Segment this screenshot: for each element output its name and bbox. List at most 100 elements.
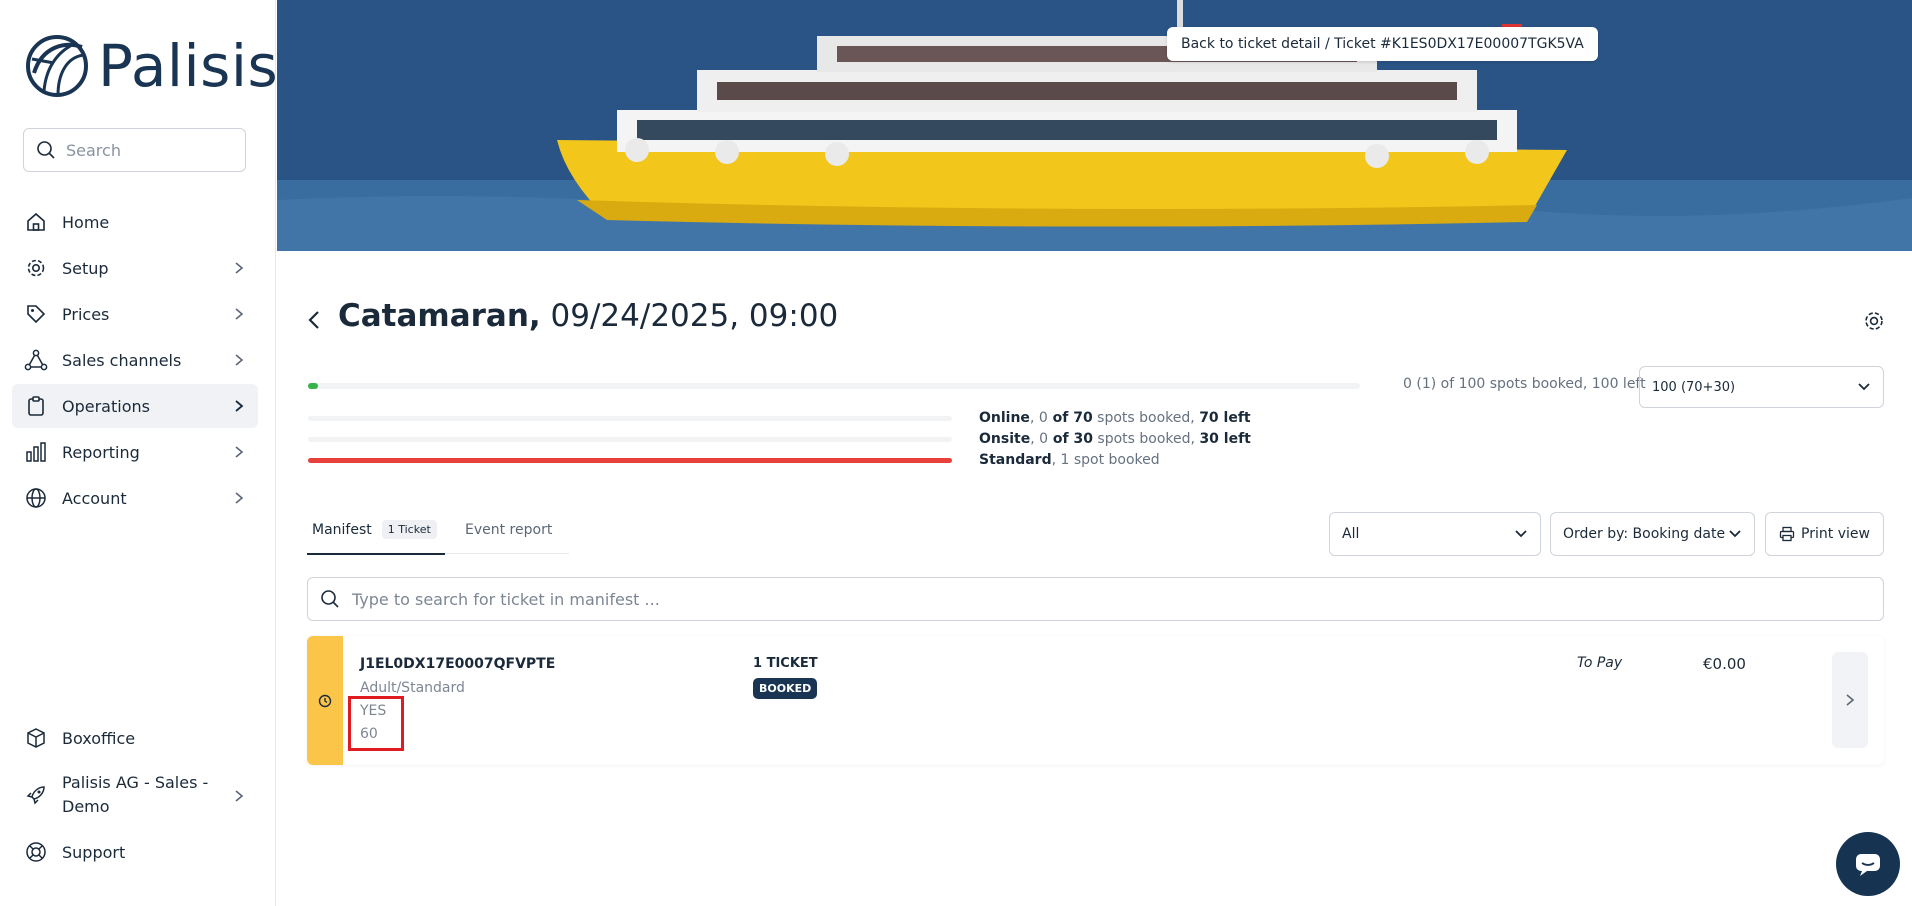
breadcrumb-text: Back to ticket detail / Ticket #K1ES0DX1… (1181, 36, 1584, 52)
print-view-label: Print view (1801, 526, 1870, 542)
capacity-breakdown: Online, 0 of 70 spots booked, 70 left On… (979, 408, 1251, 471)
ticket-count-badge: 1 Ticket (381, 520, 437, 539)
chevron-right-icon (234, 260, 244, 279)
manifest-tabs: Manifest 1 Ticket Event report (307, 506, 569, 555)
home-icon (24, 210, 48, 234)
event-settings-button[interactable] (1862, 309, 1886, 337)
tab-manifest[interactable]: Manifest 1 Ticket (307, 506, 445, 555)
capacity-select-value: 100 (70+30) (1652, 379, 1736, 395)
ticket-status-badge: BOOKED (753, 678, 818, 699)
sidebar-item-boxoffice[interactable]: Boxoffice (12, 716, 258, 760)
gear-icon (1865, 312, 1883, 330)
ticket-row[interactable]: J1EL0DX17E0007QFVPTE Adult/Standard YES … (307, 636, 1884, 765)
to-pay-label: To Pay (1577, 655, 1623, 671)
sidebar-search-placeholder: Search (66, 140, 121, 160)
sidebar-item-label: Account (62, 488, 127, 508)
capacity-row-standard: Standard, 1 spot booked (979, 452, 1160, 468)
ticket-id: J1EL0DX17E0007QFVPTE (360, 656, 556, 672)
back-to-ticket-breadcrumb[interactable]: Back to ticket detail / Ticket #K1ES0DX1… (1167, 27, 1598, 61)
sidebar-item-label: Sales channels (62, 350, 182, 370)
chevron-right-icon (234, 788, 244, 807)
print-view-button[interactable]: Print view (1765, 512, 1884, 556)
chevron-right-icon (234, 398, 244, 417)
chevron-down-icon (1729, 530, 1741, 538)
tag-icon (24, 302, 48, 326)
event-hero-image: Back to ticket detail / Ticket #K1ES0DX1… (277, 0, 1912, 251)
online-progress-bar (308, 416, 952, 421)
chevron-right-icon (234, 352, 244, 371)
sidebar-item-home[interactable]: Home (12, 200, 258, 244)
chevron-right-icon (1846, 694, 1855, 706)
sidebar-item-prices[interactable]: Prices (12, 292, 258, 336)
back-button[interactable] (302, 306, 326, 334)
chevron-right-icon (234, 444, 244, 463)
network-icon (24, 348, 48, 372)
sidebar-item-label: Support (62, 842, 126, 862)
capacity-summary: 0 (1) of 100 spots booked, 100 left (1403, 376, 1646, 392)
chat-support-button[interactable] (1836, 832, 1900, 896)
box-icon (24, 726, 48, 750)
palisis-logo-icon (26, 35, 88, 97)
manifest-search-input[interactable]: Type to search for ticket in manifest ..… (307, 577, 1884, 621)
capacity-progress-bar (308, 383, 1360, 389)
order-by-select[interactable]: Order by: Booking date (1550, 512, 1755, 556)
rocket-icon (24, 783, 48, 807)
sidebar-item-label: Reporting (62, 442, 140, 462)
chevron-down-icon (1515, 530, 1527, 538)
sidebar-item-reporting[interactable]: Reporting (12, 430, 258, 474)
ticket-status-strip (307, 636, 343, 765)
sidebar-nav: Home Setup Prices Sales channels Operati… (12, 200, 258, 522)
lifebuoy-icon (24, 840, 48, 864)
chevron-right-icon (234, 306, 244, 325)
event-name: Catamaran, (338, 298, 541, 334)
order-by-value: Order by: Booking date (1563, 526, 1726, 542)
sidebar: Palisis Search Home Setup Prices Sales c… (0, 0, 278, 906)
capacity-select[interactable]: 100 (70+30) (1639, 366, 1884, 408)
chevron-down-icon (1858, 383, 1870, 391)
status-filter-select[interactable]: All (1329, 512, 1541, 556)
tab-event-report[interactable]: Event report (465, 506, 552, 554)
sidebar-item-label: Prices (62, 304, 110, 324)
sidebar-item-support[interactable]: Support (12, 830, 258, 874)
sidebar-item-organization[interactable]: Palisis AG - Sales - Demo (12, 762, 258, 828)
ticket-type: Adult/Standard (360, 680, 465, 696)
sidebar-item-label: Boxoffice (62, 728, 136, 748)
globe-icon (24, 486, 48, 510)
onsite-progress-bar (308, 437, 952, 442)
highlight-box (348, 696, 404, 751)
bar-chart-icon (24, 440, 48, 464)
gear-icon (24, 256, 48, 280)
printer-icon (1779, 526, 1795, 542)
clock-icon (318, 694, 332, 707)
status-filter-value: All (1342, 526, 1360, 542)
tab-event-report-label: Event report (465, 522, 553, 538)
search-icon (321, 590, 339, 608)
open-ticket-button[interactable] (1832, 652, 1868, 748)
logo[interactable]: Palisis (24, 32, 278, 100)
event-datetime: 09/24/2025, 09:00 (540, 298, 839, 334)
sidebar-item-operations[interactable]: Operations (12, 384, 258, 428)
ticket-amount: €0.00 (1703, 655, 1746, 673)
boat-image (277, 0, 1912, 251)
sidebar-item-account[interactable]: Account (12, 476, 258, 520)
chevron-right-icon (234, 490, 244, 509)
clipboard-icon (24, 394, 48, 418)
brand-name: Palisis (98, 32, 279, 100)
search-icon (37, 141, 55, 159)
sidebar-item-label: Home (62, 212, 110, 232)
sidebar-item-label: Setup (62, 258, 109, 278)
sidebar-item-label: Palisis AG - Sales - Demo (62, 773, 209, 816)
ticket-count: 1 TICKET (753, 656, 818, 671)
tab-manifest-label: Manifest (312, 521, 372, 538)
capacity-row-online: Online, 0 of 70 spots booked, 70 left (979, 410, 1251, 426)
sidebar-item-setup[interactable]: Setup (12, 246, 258, 290)
page-title: Catamaran, 09/24/2025, 09:00 (338, 298, 838, 334)
manifest-search-placeholder: Type to search for ticket in manifest ..… (352, 589, 660, 609)
sidebar-search-input[interactable]: Search (23, 128, 246, 172)
sidebar-item-sales-channels[interactable]: Sales channels (12, 338, 258, 382)
capacity-row-onsite: Onsite, 0 of 30 spots booked, 30 left (979, 431, 1251, 447)
sidebar-bottom-nav: Boxoffice Palisis AG - Sales - Demo Supp… (12, 716, 258, 876)
sidebar-item-label: Operations (62, 396, 150, 416)
capacity-progress-fill (308, 383, 318, 389)
chat-icon (1856, 854, 1880, 876)
